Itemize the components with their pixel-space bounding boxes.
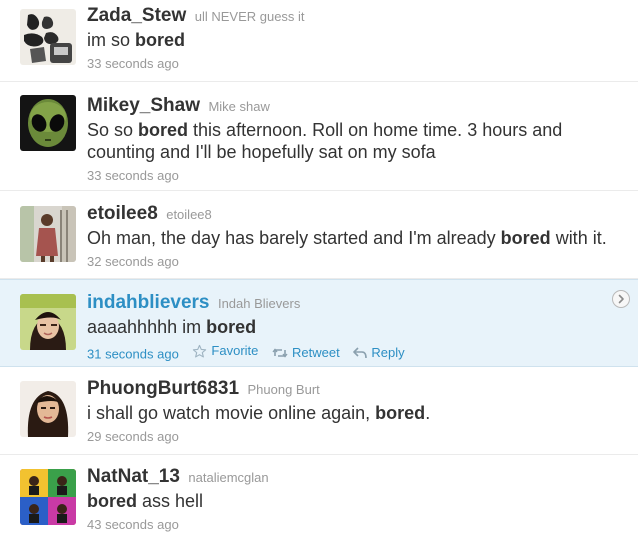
avatar[interactable] (20, 206, 76, 262)
tweet-item[interactable]: NatNat_13 nataliemcglan bored ass hell 4… (0, 455, 638, 545)
avatar[interactable] (20, 469, 76, 525)
avatar[interactable] (20, 294, 76, 350)
tweet-meta: 31 seconds ago Favorite Retweet Reply (87, 343, 614, 363)
retweet-icon (272, 347, 288, 358)
search-term-highlight: bored (138, 120, 189, 140)
reply-arrow-icon (353, 346, 368, 358)
screen-name[interactable]: etoilee8 (87, 203, 158, 224)
text-segment: im so (87, 30, 136, 50)
screen-name[interactable]: Mikey_Shaw (87, 95, 200, 116)
tweet-meta: 29 seconds ago (87, 429, 614, 445)
tweet-text: aaaahhhhh im bored (87, 316, 614, 338)
tweet-feed: Zada_Stew ull NEVER guess it im so bored… (0, 0, 638, 545)
favorite-button[interactable]: Favorite (192, 343, 258, 359)
search-term-highlight: bored (87, 491, 138, 511)
tweet-text: bored ass hell (87, 490, 614, 512)
screen-name[interactable]: NatNat_13 (87, 466, 180, 487)
tweet-meta: 32 seconds ago (87, 254, 614, 270)
tweet-meta: 33 seconds ago (87, 168, 614, 184)
tweet-text: im so bored (87, 29, 614, 51)
text-segment: Oh man, the day has barely started and I… (87, 228, 501, 248)
search-term-highlight: bored (375, 403, 426, 423)
retweet-button[interactable]: Retweet (272, 345, 340, 361)
timestamp[interactable]: 29 seconds ago (87, 429, 179, 444)
text-segment: with it. (550, 228, 607, 248)
timestamp[interactable]: 31 seconds ago (87, 347, 179, 362)
star-icon (193, 344, 207, 357)
search-term-highlight: bored (500, 228, 551, 248)
tweet-item[interactable]: Zada_Stew ull NEVER guess it im so bored… (0, 0, 638, 82)
tweet-header: Mikey_Shaw Mike shaw (87, 95, 614, 118)
timestamp[interactable]: 33 seconds ago (87, 56, 179, 71)
full-name: Indah Blievers (217, 296, 301, 311)
tweet-text: i shall go watch movie online again, bor… (87, 402, 614, 424)
text-segment: aaaahhhhh im (87, 317, 207, 337)
text-segment: ass hell (137, 491, 204, 511)
chevron-right-icon (618, 294, 624, 304)
avatar[interactable] (20, 381, 76, 437)
avatar[interactable] (20, 9, 76, 65)
expand-tweet-button[interactable] (612, 290, 630, 308)
full-name: Mike shaw (208, 99, 270, 114)
screen-name[interactable]: PhuongBurt6831 (87, 378, 239, 399)
tweet-item-hovered[interactable]: indahblievers Indah Blievers aaaahhhhh i… (0, 279, 638, 367)
tweet-item[interactable]: Mikey_Shaw Mike shaw So so bored this af… (0, 82, 638, 191)
screen-name[interactable]: indahblievers (87, 292, 210, 313)
tweet-header: NatNat_13 nataliemcglan (87, 466, 614, 489)
tweet-meta: 43 seconds ago (87, 517, 614, 533)
search-term-highlight: bored (206, 317, 257, 337)
tweet-text: Oh man, the day has barely started and I… (87, 227, 614, 249)
timestamp[interactable]: 33 seconds ago (87, 168, 179, 183)
full-name: Phuong Burt (247, 382, 320, 397)
tweet-header: indahblievers Indah Blievers (87, 292, 614, 315)
text-segment: So so (87, 120, 139, 140)
tweet-text: So so bored this afternoon. Roll on home… (87, 119, 614, 163)
text-segment: . (425, 403, 431, 423)
full-name: etoilee8 (166, 207, 212, 222)
timestamp[interactable]: 43 seconds ago (87, 517, 179, 532)
avatar[interactable] (20, 95, 76, 151)
text-segment: i shall go watch movie online again, (87, 403, 376, 423)
tweet-header: PhuongBurt6831 Phuong Burt (87, 378, 614, 401)
tweet-item[interactable]: PhuongBurt6831 Phuong Burt i shall go wa… (0, 367, 638, 455)
reply-button[interactable]: Reply (353, 344, 405, 361)
tweet-meta: 33 seconds ago (87, 56, 614, 72)
reply-label: Reply (371, 344, 405, 360)
screen-name[interactable]: Zada_Stew (87, 5, 186, 26)
search-term-highlight: bored (135, 30, 186, 50)
tweet-header: etoilee8 etoilee8 (87, 203, 614, 226)
tweet-header: Zada_Stew ull NEVER guess it (87, 5, 614, 28)
timestamp[interactable]: 32 seconds ago (87, 254, 179, 269)
full-name: nataliemcglan (188, 470, 269, 485)
full-name: ull NEVER guess it (194, 9, 305, 24)
favorite-label: Favorite (211, 343, 259, 358)
tweet-item[interactable]: etoilee8 etoilee8 Oh man, the day has ba… (0, 191, 638, 279)
retweet-label: Retweet (292, 344, 340, 360)
